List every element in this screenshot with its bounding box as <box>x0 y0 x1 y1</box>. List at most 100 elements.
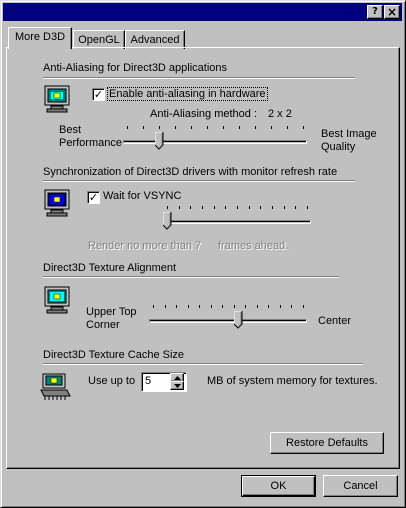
slider-track <box>163 220 311 224</box>
slider-tick <box>165 305 166 308</box>
monitor-sync-icon <box>43 188 73 218</box>
alignment-separator <box>43 276 339 278</box>
slider-tick <box>307 206 308 209</box>
antialiasing-group-title: Anti-Aliasing for Direct3D applications <box>43 62 228 74</box>
spin-down-button[interactable] <box>170 381 184 390</box>
best-performance-label-2: Performance <box>59 137 122 149</box>
slider-tick <box>222 305 223 308</box>
help-button[interactable]: ? <box>367 5 383 19</box>
vsync-group-title: Synchronization of Direct3D drivers with… <box>43 166 338 178</box>
slider-tick <box>167 206 168 209</box>
upper-top-label-1: Upper Top <box>86 306 137 318</box>
memory-chip-icon <box>39 372 71 402</box>
slider-tick <box>287 126 288 129</box>
cache-size-input[interactable]: 5 <box>145 375 151 387</box>
slider-tick <box>199 305 200 308</box>
slider-tick <box>284 206 285 209</box>
slider-tick <box>295 206 296 209</box>
slider-tick <box>291 305 292 308</box>
close-button[interactable]: × <box>384 5 400 19</box>
slider-tick <box>225 206 226 209</box>
wait-vsync-label[interactable]: Wait for VSYNC <box>103 190 181 202</box>
slider-tick <box>179 206 180 209</box>
texture-alignment-slider[interactable] <box>149 302 309 332</box>
enable-antialiasing-label[interactable]: Enable anti-aliasing in hardware <box>107 87 268 101</box>
slider-tick <box>159 126 160 129</box>
slider-tick <box>207 126 208 129</box>
slider-tick <box>245 305 246 308</box>
slider-track <box>123 140 307 144</box>
render-ahead-slider[interactable] <box>162 204 313 232</box>
checkmark-icon: ✓ <box>93 88 104 101</box>
slider-tick <box>175 126 176 129</box>
tab-more-d3d[interactable]: More D3D <box>8 27 72 49</box>
ok-label: OK <box>270 480 287 492</box>
slider-tick <box>260 206 261 209</box>
cache-size-spinner[interactable]: 5 <box>141 372 187 392</box>
cache-suffix-label: MB of system memory for textures. <box>207 375 378 387</box>
checkmark-icon: ✓ <box>88 191 99 204</box>
antialiasing-slider[interactable] <box>123 124 309 152</box>
slider-tick <box>237 206 238 209</box>
slider-tick <box>255 126 256 129</box>
wait-vsync-checkbox[interactable]: ✓ <box>87 191 100 204</box>
slider-tick <box>127 126 128 129</box>
slider-tick <box>188 305 189 308</box>
close-icon: × <box>386 5 398 19</box>
slider-tick <box>271 126 272 129</box>
restore-defaults-label: Restore Defaults <box>286 437 368 449</box>
tab-label: More D3D <box>14 31 66 43</box>
slider-track <box>149 319 307 323</box>
slider-tick <box>211 305 212 308</box>
slider-tick <box>234 305 235 308</box>
slider-tick <box>257 305 258 308</box>
antialiasing-method-label: Anti-Aliasing method : <box>150 108 257 120</box>
slider-tick <box>280 305 281 308</box>
slider-tick <box>249 206 250 209</box>
cancel-button[interactable]: Cancel <box>323 475 398 497</box>
ok-button[interactable]: OK <box>241 475 316 497</box>
texture-align-icon <box>43 285 73 315</box>
slider-tick <box>303 126 304 129</box>
arrow-up-icon <box>174 376 181 380</box>
active-tab-joiner <box>9 47 70 49</box>
render-ahead-suffix: frames ahead. <box>218 240 289 252</box>
cache-separator <box>43 363 363 365</box>
slider-thumb[interactable] <box>162 211 172 230</box>
slider-tick <box>143 126 144 129</box>
slider-tick <box>223 126 224 129</box>
slider-tick <box>303 305 304 308</box>
center-label: Center <box>318 315 352 327</box>
best-performance-label-1: Best <box>59 124 82 136</box>
display-monitor-icon <box>43 84 73 114</box>
alignment-group-title: Direct3D Texture Alignment <box>43 262 177 274</box>
best-quality-label-1: Best Image <box>321 128 377 140</box>
antialiasing-method-value: 2 x 2 <box>268 108 292 120</box>
slider-tick <box>268 305 269 308</box>
tab-label: Advanced <box>130 34 180 46</box>
slider-tick <box>214 206 215 209</box>
slider-tick <box>272 206 273 209</box>
vsync-separator <box>43 180 355 182</box>
slider-thumb[interactable] <box>233 310 243 329</box>
title-bar[interactable]: ? × <box>3 3 402 21</box>
slider-tick <box>190 206 191 209</box>
upper-top-label-2: Corner <box>86 319 120 331</box>
slider-tick <box>239 126 240 129</box>
cache-prefix-label: Use up to <box>88 375 136 387</box>
render-ahead-value: 7 <box>195 240 202 252</box>
slider-tick <box>153 305 154 308</box>
slider-thumb[interactable] <box>154 131 164 150</box>
restore-defaults-button[interactable]: Restore Defaults <box>270 432 384 454</box>
help-icon: ? <box>372 6 378 17</box>
slider-tick <box>176 305 177 308</box>
cancel-label: Cancel <box>343 480 378 492</box>
best-quality-label-2: Quality <box>321 141 356 153</box>
slider-tick <box>202 206 203 209</box>
tab-label: OpenGL <box>78 34 120 46</box>
cache-group-title: Direct3D Texture Cache Size <box>43 349 185 361</box>
arrow-down-icon <box>174 384 181 388</box>
enable-antialiasing-checkbox[interactable]: ✓ <box>92 88 105 101</box>
antialiasing-separator <box>43 77 355 79</box>
slider-tick <box>191 126 192 129</box>
